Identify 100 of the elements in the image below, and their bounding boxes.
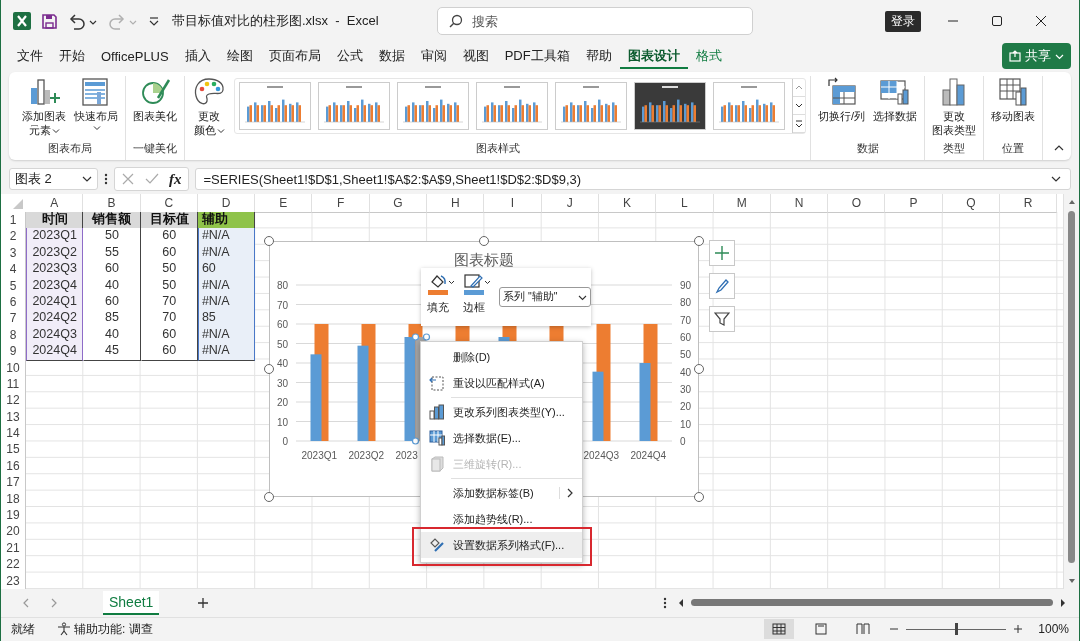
zoom-level[interactable]: 100%	[1038, 622, 1069, 637]
more-icon[interactable]	[104, 172, 108, 186]
search-field[interactable]: 搜索	[436, 7, 753, 35]
chart-title[interactable]: 图表标题	[454, 251, 514, 268]
chart-bar[interactable]	[357, 345, 369, 441]
scroll-right-icon[interactable]	[1059, 598, 1067, 608]
column-header[interactable]: N	[770, 194, 829, 213]
menu-item[interactable]: 添加数据标签(B)	[421, 480, 582, 506]
column-header[interactable]: M	[713, 194, 771, 213]
column-header[interactable]: E	[255, 194, 313, 213]
horizontal-scrollbar[interactable]	[677, 598, 1067, 608]
share-button[interactable]: 共享	[1002, 43, 1071, 69]
chart-bar[interactable]	[639, 363, 651, 441]
menu-item[interactable]: 添加趋势线(R)...	[421, 506, 582, 532]
column-header[interactable]: K	[598, 194, 657, 213]
column-header[interactable]: O	[828, 194, 886, 213]
ribbon-button[interactable]: 图表美化	[130, 76, 180, 124]
row-number[interactable]: 7	[1, 310, 26, 328]
accessibility-button[interactable]: 辅助功能: 调查	[57, 621, 153, 638]
ribbon-tab[interactable]: 格式	[687, 43, 730, 69]
enter-icon[interactable]	[145, 172, 159, 186]
add-element-button[interactable]	[709, 240, 735, 266]
column-header[interactable]: G	[369, 194, 428, 213]
chart-style-thumbnail[interactable]	[634, 82, 706, 130]
name-box[interactable]: 图表 2	[9, 168, 98, 190]
chart-style-thumbnail[interactable]	[397, 82, 469, 130]
row-number[interactable]: 2	[1, 228, 26, 246]
sheet-tab[interactable]: Sheet1	[103, 591, 160, 615]
chart-style-thumbnail[interactable]	[555, 82, 627, 130]
chart-style-thumbnail[interactable]	[713, 82, 785, 130]
column-header[interactable]: H	[427, 194, 485, 213]
menu-item[interactable]: 设置数据系列格式(F)...	[421, 532, 582, 558]
column-header[interactable]: Q	[942, 194, 1001, 213]
ribbon-button[interactable]: 移动图表	[988, 76, 1039, 124]
ribbon-button[interactable]: 选择数据	[870, 76, 921, 124]
maximize-icon[interactable]	[991, 15, 1003, 27]
normal-view-button[interactable]	[764, 619, 795, 640]
zoom-in-icon[interactable]	[1014, 625, 1023, 634]
chart-style-thumbnail[interactable]	[476, 82, 548, 130]
column-header[interactable]: P	[885, 194, 943, 213]
customize-icon[interactable]	[148, 15, 160, 27]
chart-style-thumbnail[interactable]	[239, 82, 311, 130]
row-number[interactable]: 9	[1, 343, 26, 361]
scroll-left-icon[interactable]	[677, 598, 685, 608]
menu-item[interactable]: 选择数据(E)...	[421, 425, 582, 451]
ribbon-tab[interactable]: 插入	[176, 43, 219, 69]
column-header[interactable]: L	[656, 194, 714, 213]
ribbon-tab[interactable]: PDF工具箱	[496, 43, 578, 69]
close-icon[interactable]	[1035, 15, 1047, 27]
row-number[interactable]: 12	[1, 392, 26, 410]
resize-handle[interactable]	[264, 492, 274, 502]
chart-bar[interactable]	[310, 354, 322, 441]
ribbon-tab[interactable]: 文件	[9, 43, 51, 69]
column-header[interactable]: J	[541, 194, 599, 213]
selection-handle[interactable]	[411, 437, 420, 445]
ribbon-tab[interactable]: 帮助	[577, 43, 620, 69]
cancel-icon[interactable]	[121, 172, 135, 186]
ribbon-tab[interactable]: 页面布局	[260, 43, 329, 69]
ribbon-tab[interactable]: 公式	[328, 43, 371, 69]
chart-style-button[interactable]	[709, 273, 735, 299]
chart-style-thumbnail[interactable]	[318, 82, 390, 130]
fill-button[interactable]: 填充	[427, 273, 461, 315]
sign-in-button[interactable]: 登录	[885, 10, 921, 32]
resize-handle[interactable]	[264, 364, 274, 374]
menu-item[interactable]: 删除(D)	[421, 344, 582, 370]
ribbon-tab[interactable]: 开始	[51, 43, 93, 69]
series-dropdown[interactable]: 系列 "辅助"	[499, 287, 591, 307]
resize-handle[interactable]	[479, 236, 489, 246]
ribbon-tab[interactable]: 视图	[454, 43, 497, 69]
ribbon-tab[interactable]: OfficePLUS	[93, 44, 177, 68]
ribbon-button[interactable]: 更改 图表类型	[929, 76, 980, 138]
menu-item[interactable]: 更改系列图表类型(Y)...	[421, 399, 582, 425]
row-number[interactable]: 4	[1, 261, 26, 279]
column-header[interactable]: F	[312, 194, 370, 213]
border-button[interactable]: 边框	[463, 273, 497, 315]
formula-field[interactable]: =SERIES(Sheet1!$D$1,Sheet1!$A$2:$A$9,Sheet1!$D$2:$D$9,3)	[194, 168, 1071, 190]
save-icon[interactable]	[41, 12, 58, 30]
row-number[interactable]: 15	[1, 441, 26, 459]
resize-handle[interactable]	[694, 492, 704, 502]
ribbon-tab[interactable]: 绘图	[218, 43, 261, 69]
chart-bar[interactable]	[592, 371, 604, 441]
undo-icon[interactable]	[68, 12, 98, 30]
selection-handle[interactable]	[422, 333, 431, 341]
ribbon-button[interactable]: 快速布局	[71, 76, 121, 132]
ribbon-tab[interactable]: 图表设计	[619, 43, 688, 69]
more-icon[interactable]	[663, 596, 667, 610]
menu-item[interactable]: 重设以匹配样式(A)	[421, 370, 582, 396]
selection-handle[interactable]	[411, 333, 420, 341]
resize-handle[interactable]	[694, 364, 704, 374]
resize-handle[interactable]	[264, 236, 274, 246]
ribbon-button[interactable]: 切换行/列	[815, 76, 869, 124]
ribbon-button[interactable]: 添加图表 元素	[19, 76, 69, 138]
add-sheet-icon[interactable]	[197, 597, 210, 609]
resize-handle[interactable]	[694, 236, 704, 246]
chart-filter-button[interactable]	[709, 306, 735, 332]
column-header[interactable]: R	[1000, 194, 1058, 213]
next-sheet-icon[interactable]	[49, 597, 59, 609]
ribbon-button[interactable]: 更改 颜色	[189, 76, 229, 138]
row-number[interactable]: 17	[1, 474, 26, 492]
row-number[interactable]: 20	[1, 523, 26, 541]
